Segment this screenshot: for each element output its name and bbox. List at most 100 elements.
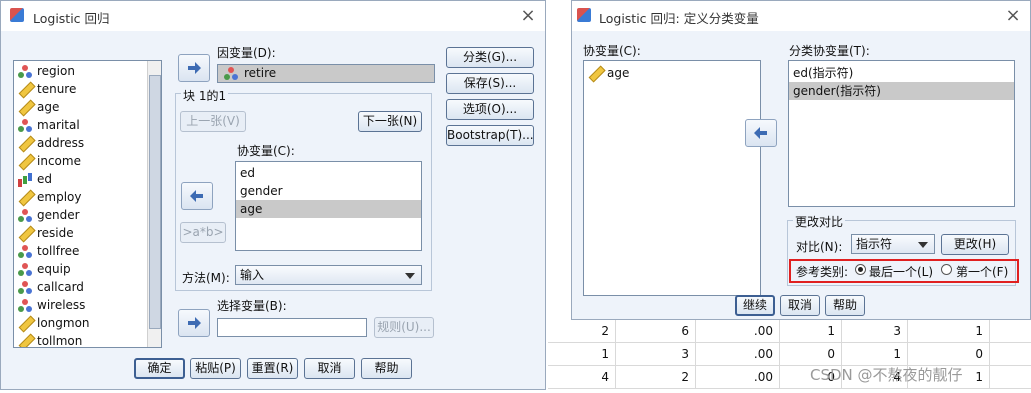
nominal-variable-icon xyxy=(224,67,238,81)
help-button[interactable]: 帮助 xyxy=(361,358,412,379)
rule-button[interactable]: 规则(U)... xyxy=(374,317,434,338)
list-item-label: age xyxy=(37,100,60,114)
dialog-title: Logistic 回归 xyxy=(33,11,110,26)
nominal-variable-icon xyxy=(18,118,32,133)
variable-list-item[interactable]: ed xyxy=(14,170,146,188)
method-select[interactable]: 输入 xyxy=(235,265,422,285)
continue-button[interactable]: 继续 xyxy=(735,295,775,316)
ruler-variable-icon xyxy=(15,224,35,244)
ruler-variable-icon xyxy=(15,98,35,118)
table-cell[interactable]: .00 xyxy=(696,366,780,388)
table-cell[interactable]: 1 xyxy=(780,320,842,342)
table-cell[interactable]: 0 xyxy=(780,343,842,365)
list-item-label: employ xyxy=(37,190,82,204)
table-cell[interactable]: 3 xyxy=(842,320,908,342)
variable-list-item[interactable]: gender xyxy=(14,206,146,224)
variable-list[interactable]: region tenure age marital address income ed emp… xyxy=(13,60,162,348)
variable-list-item[interactable]: region xyxy=(14,62,146,80)
variable-list-item[interactable]: income xyxy=(14,152,146,170)
list-item-label: wireless xyxy=(37,298,86,312)
cancel-button[interactable]: 取消 xyxy=(780,295,820,316)
covariate-list-item[interactable]: gender xyxy=(236,182,421,200)
dependent-field[interactable]: retire xyxy=(217,64,435,83)
reference-first-radio[interactable] xyxy=(941,264,952,275)
spss-app-icon xyxy=(10,8,24,22)
table-cell[interactable]: 6 xyxy=(616,320,696,342)
interaction-button[interactable]: >a*b> xyxy=(180,222,226,243)
table-cell[interactable]: 2 xyxy=(548,320,616,342)
table-row: 1 3 .00 0 1 0 xyxy=(548,343,1031,366)
reset-button[interactable]: 重置(R) xyxy=(247,358,298,379)
cancel-button[interactable]: 取消 xyxy=(304,358,355,379)
ruler-variable-icon xyxy=(15,332,35,347)
arrow-left-icon xyxy=(754,127,767,139)
categorical-list-item[interactable]: ed(指示符) xyxy=(789,64,1014,82)
variable-list-item[interactable]: wireless xyxy=(14,296,146,314)
contrast-select[interactable]: 指示符 xyxy=(851,234,935,254)
variable-list-item[interactable]: tenure xyxy=(14,80,146,98)
contrast-label: 对比(N): xyxy=(796,240,843,254)
list-item-label: ed xyxy=(240,166,255,180)
paste-button[interactable]: 粘贴(P) xyxy=(190,358,241,379)
variable-list-item[interactable]: marital xyxy=(14,116,146,134)
covariates-list[interactable]: age xyxy=(583,60,761,296)
table-cell[interactable]: 1 xyxy=(842,343,908,365)
reference-first-label[interactable]: 第一个(F) xyxy=(956,263,1008,280)
covariate-list-item[interactable]: age xyxy=(584,64,760,82)
covariate-list-item[interactable]: ed xyxy=(236,164,421,182)
table-cell[interactable]: 4 xyxy=(548,366,616,388)
dialog-title: Logistic 回归: 定义分类变量 xyxy=(599,11,759,26)
close-icon[interactable]: × xyxy=(517,5,539,27)
table-cell[interactable]: .00 xyxy=(696,320,780,342)
move-to-dependent-button[interactable] xyxy=(178,54,210,82)
table-cell[interactable]: 0 xyxy=(908,343,990,365)
list-item-label: marital xyxy=(37,118,80,132)
dependent-value: retire xyxy=(244,66,277,80)
ordinal-variable-icon xyxy=(18,173,32,187)
move-to-selection-button[interactable] xyxy=(178,309,210,337)
help-button[interactable]: 帮助 xyxy=(825,295,865,316)
list-item-label: ed xyxy=(37,172,52,186)
scrollbar-thumb[interactable] xyxy=(149,75,161,329)
categorical-list-item[interactable]: gender(指示符) xyxy=(789,82,1014,100)
reference-last-radio[interactable] xyxy=(855,264,866,275)
reference-last-label[interactable]: 最后一个(L) xyxy=(869,263,933,280)
ok-button[interactable]: 确定 xyxy=(134,358,185,379)
variable-list-item[interactable]: longmon xyxy=(14,314,146,332)
table-cell[interactable]: 3 xyxy=(616,343,696,365)
close-icon[interactable]: × xyxy=(1002,5,1024,27)
save-button[interactable]: 保存(S)... xyxy=(446,73,534,94)
variable-list-item[interactable]: age xyxy=(14,98,146,116)
method-label: 方法(M): xyxy=(182,271,230,285)
table-cell[interactable]: 2 xyxy=(616,366,696,388)
next-block-button[interactable]: 下一张(N) xyxy=(358,111,422,132)
table-cell[interactable]: 1 xyxy=(908,320,990,342)
list-item-label: equip xyxy=(37,262,71,276)
move-to-categorical-button[interactable] xyxy=(745,119,777,147)
list-item-label: ed(指示符) xyxy=(793,66,854,80)
table-cell[interactable]: .00 xyxy=(696,343,780,365)
variable-list-item[interactable]: callcard xyxy=(14,278,146,296)
table-cell[interactable]: 1 xyxy=(548,343,616,365)
selection-variable-field[interactable] xyxy=(217,318,367,337)
move-to-covariates-button[interactable] xyxy=(181,182,213,210)
bootstrap-button[interactable]: Bootstrap(T)... xyxy=(446,125,534,146)
options-button[interactable]: 选项(O)... xyxy=(446,99,534,120)
variable-list-item[interactable]: address xyxy=(14,134,146,152)
variable-list-scrollbar[interactable] xyxy=(147,61,161,347)
variable-list-item[interactable]: tollfree xyxy=(14,242,146,260)
covariates-list[interactable]: ed gender age xyxy=(235,161,422,251)
ruler-variable-icon xyxy=(15,314,35,334)
change-button[interactable]: 更改(H) xyxy=(941,234,1009,255)
categorical-button[interactable]: 分类(G)... xyxy=(446,47,534,68)
list-item-label: longmon xyxy=(37,316,90,330)
categorical-covariates-list[interactable]: ed(指示符) gender(指示符) xyxy=(788,60,1015,207)
variable-list-item[interactable]: reside xyxy=(14,224,146,242)
dependent-label: 因变量(D): xyxy=(217,46,276,60)
covariate-list-item[interactable]: age xyxy=(236,200,421,218)
variable-list-item[interactable]: employ xyxy=(14,188,146,206)
variable-list-item[interactable]: tollmon xyxy=(14,332,146,347)
previous-block-button[interactable]: 上一张(V) xyxy=(180,111,246,132)
variable-list-item[interactable]: equip xyxy=(14,260,146,278)
nominal-variable-icon xyxy=(18,244,32,259)
